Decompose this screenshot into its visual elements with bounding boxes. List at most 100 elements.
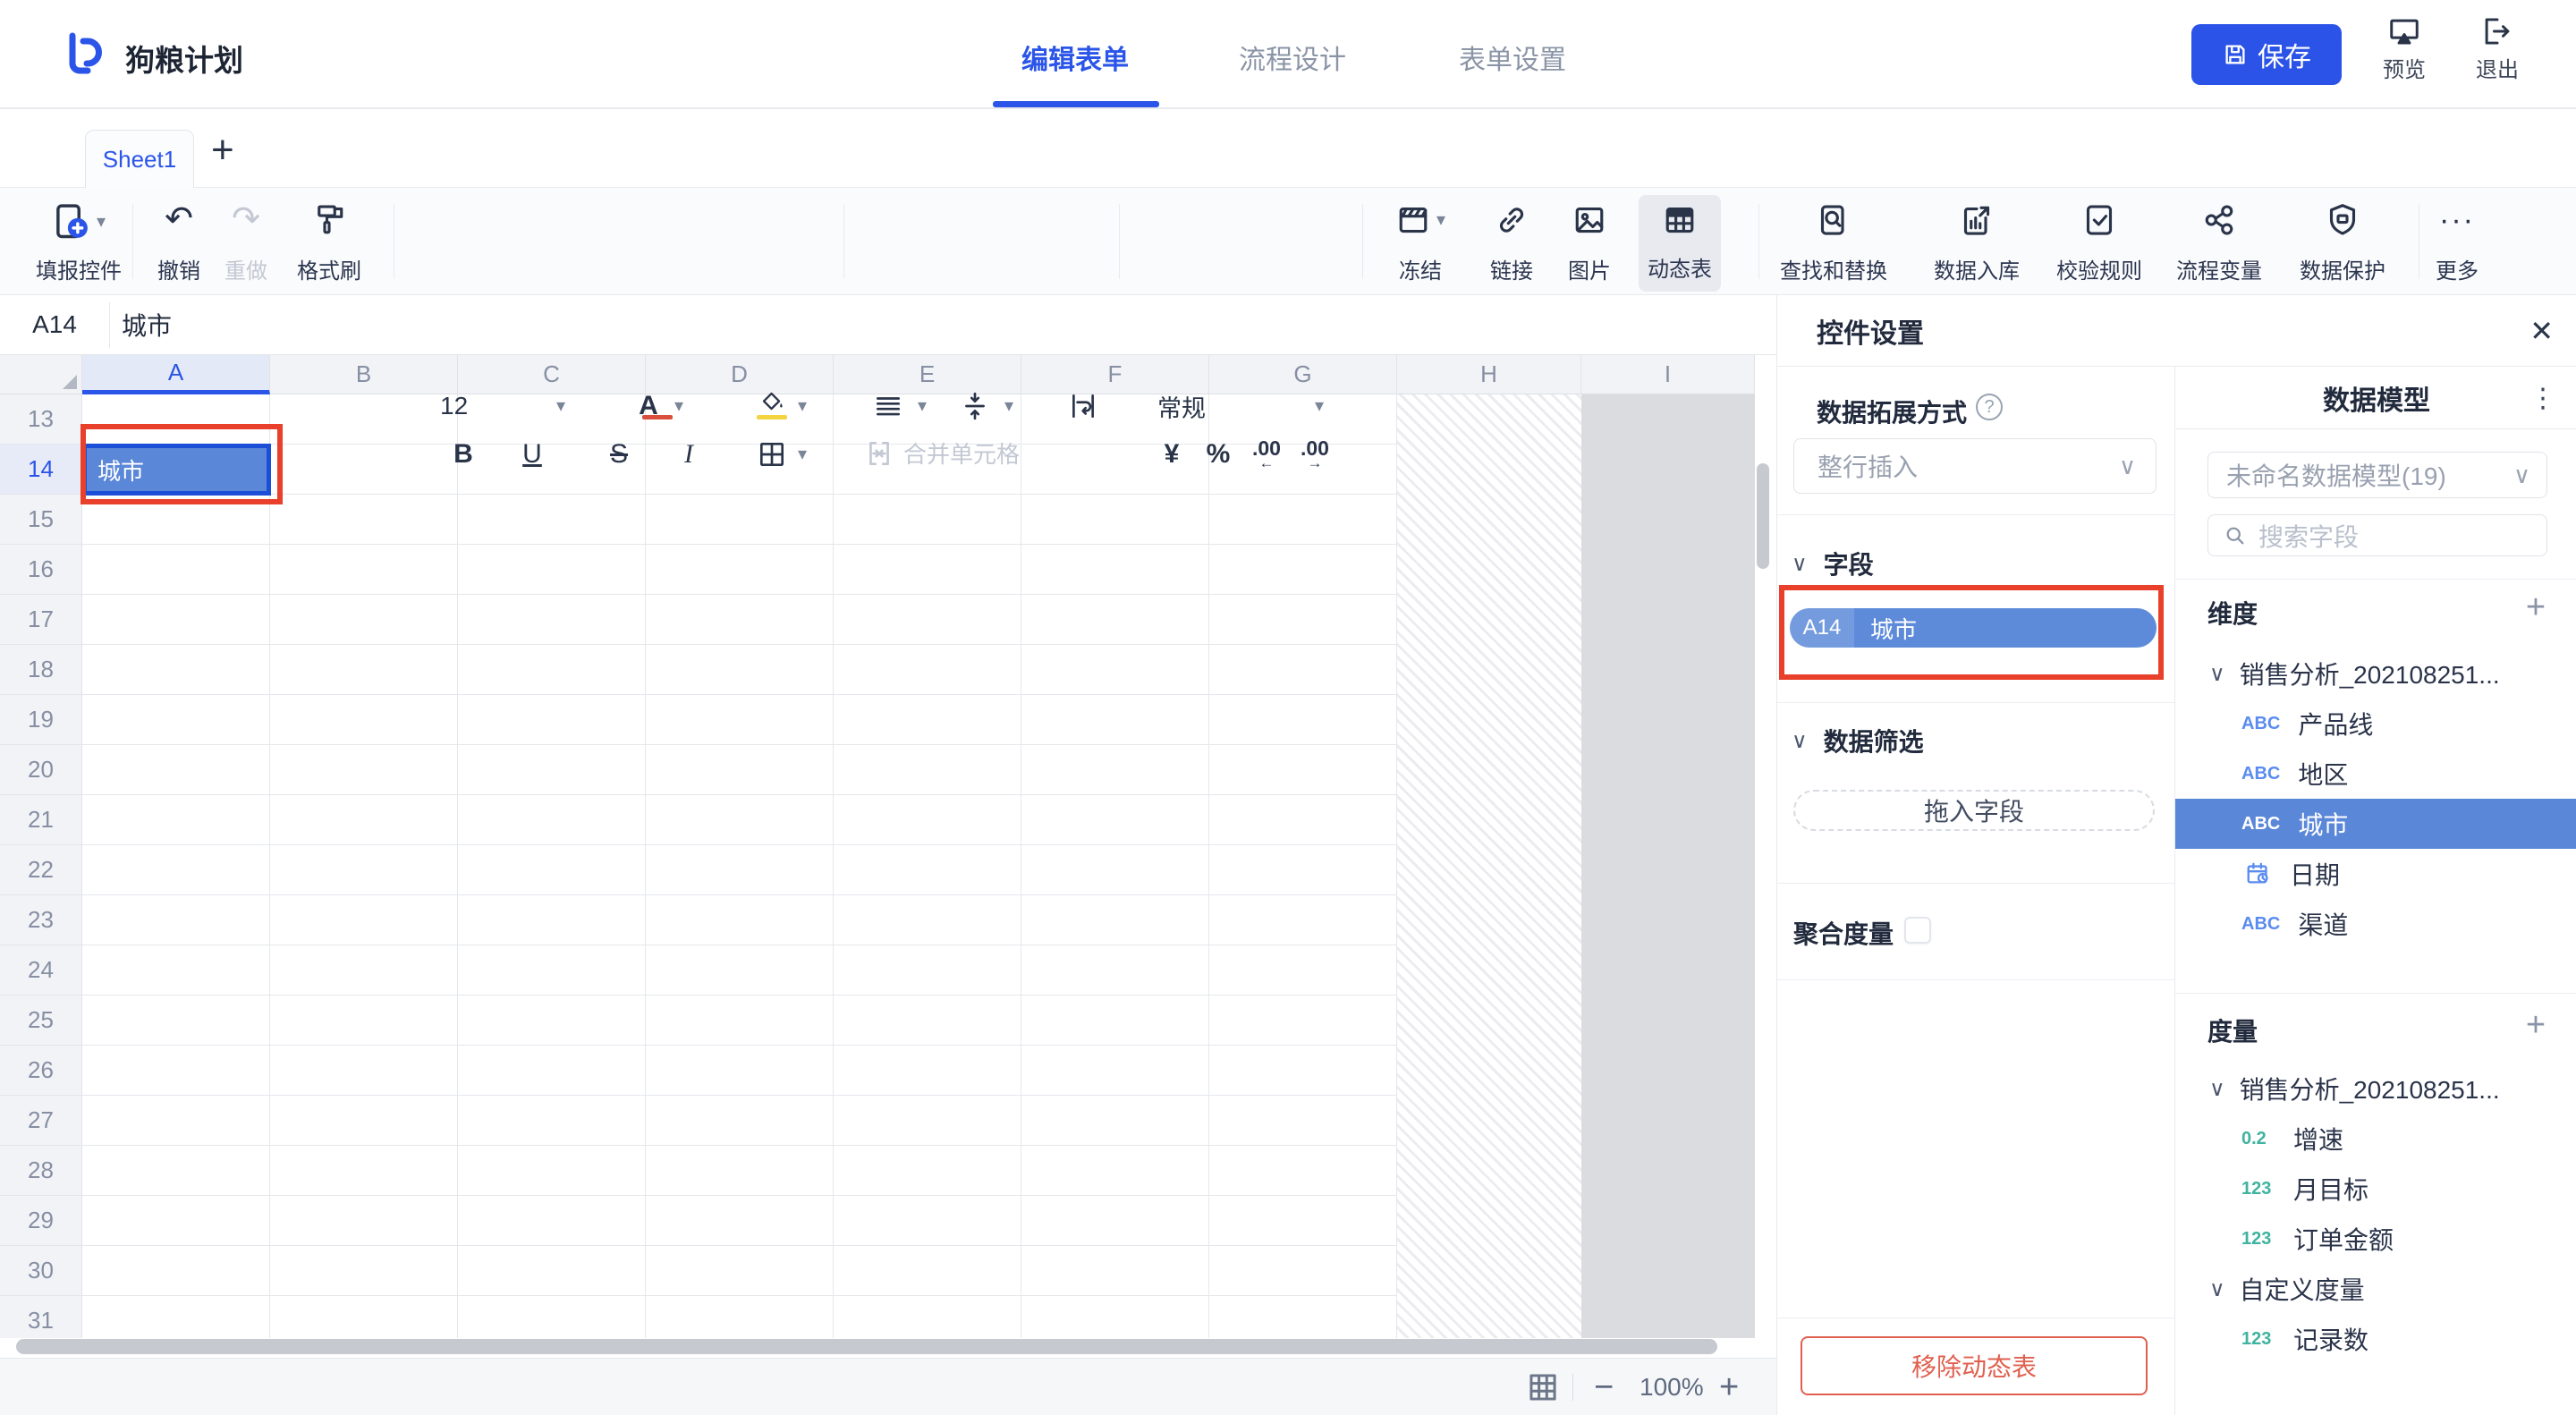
underline-button[interactable]: U — [514, 436, 550, 472]
find-replace-button[interactable]: 查找和替换 — [1767, 202, 1901, 284]
column-header-i[interactable]: I — [1581, 355, 1755, 394]
image-button[interactable]: 图片 — [1549, 202, 1630, 284]
bold-button[interactable]: B — [445, 436, 481, 472]
measure-item-record-count[interactable]: 123 记录数 — [2175, 1314, 2576, 1364]
font-size-select[interactable]: 12 ▾ — [440, 388, 565, 424]
kebab-menu-icon[interactable]: ⋮ — [2529, 367, 2556, 429]
row-header[interactable]: 16 — [0, 545, 82, 595]
row-header[interactable]: 21 — [0, 795, 82, 845]
column-header-e[interactable]: E — [834, 355, 1021, 394]
row-header[interactable]: 17 — [0, 595, 82, 645]
caret-down-icon[interactable]: ▾ — [798, 397, 807, 415]
dimension-item-product-line[interactable]: ABC 产品线 — [2175, 699, 2576, 749]
row-header[interactable]: 28 — [0, 1146, 82, 1196]
percent-format-button[interactable]: % — [1200, 436, 1236, 472]
field-section-header[interactable]: ∨ 字段 — [1792, 546, 1874, 581]
measure-item-growth[interactable]: 0.2 增速 — [2175, 1114, 2576, 1164]
add-sheet-button[interactable]: + — [211, 125, 234, 175]
horizontal-align-button[interactable] — [870, 388, 906, 424]
grid-cells-area[interactable] — [82, 394, 1397, 1338]
column-header-d[interactable]: D — [646, 355, 834, 394]
preview-button[interactable]: 预览 — [2368, 14, 2440, 83]
measure-item-order-amount[interactable]: 123 订单金额 — [2175, 1214, 2576, 1264]
add-measure-button[interactable]: + — [2520, 1006, 2552, 1045]
data-expand-select[interactable]: 整行插入 ∨ — [1793, 438, 2157, 494]
row-header[interactable]: 26 — [0, 1046, 82, 1096]
column-header-a[interactable]: A — [82, 355, 270, 394]
borders-button[interactable] — [750, 436, 794, 472]
merge-cells-button[interactable]: 合并单元格 — [864, 436, 1020, 470]
decrease-decimal-button[interactable]: .00← — [1247, 436, 1286, 472]
search-field-input[interactable]: 搜索字段 — [2207, 514, 2547, 556]
row-header[interactable]: 27 — [0, 1096, 82, 1146]
data-protection-button[interactable]: 数据保护 — [2280, 202, 2405, 284]
remove-dynamic-table-button[interactable]: 移除动态表 — [1801, 1336, 2148, 1395]
row-header[interactable]: 31 — [0, 1296, 82, 1338]
zoom-level[interactable]: 100% — [1640, 1359, 1704, 1415]
fill-color-button[interactable] — [750, 386, 794, 422]
dimension-group[interactable]: ∨ 销售分析_202108251... — [2175, 648, 2576, 699]
more-button[interactable]: ··· 更多 — [2421, 202, 2493, 284]
dimension-item-date[interactable]: 日期 — [2175, 849, 2576, 899]
add-dimension-button[interactable]: + — [2520, 589, 2552, 627]
dynamic-table-button[interactable]: 动态表 — [1639, 195, 1721, 292]
dimension-item-channel[interactable]: ABC 渠道 — [2175, 899, 2576, 949]
row-header[interactable]: 22 — [0, 845, 82, 895]
row-header[interactable]: 24 — [0, 945, 82, 996]
formula-input[interactable]: 城市 — [122, 295, 172, 354]
row-header[interactable]: 18 — [0, 645, 82, 695]
zoom-in-button[interactable]: + — [1719, 1359, 1739, 1415]
dimension-item-region[interactable]: ABC 地区 — [2175, 749, 2576, 799]
custom-measure-group[interactable]: ∨ 自定义度量 — [2175, 1264, 2576, 1314]
format-painter-button[interactable]: 格式刷 — [286, 202, 372, 284]
caret-down-icon[interactable]: ▾ — [918, 397, 927, 415]
caret-down-icon[interactable]: ▾ — [798, 445, 807, 463]
row-header[interactable]: 20 — [0, 745, 82, 795]
measure-group[interactable]: ∨ 销售分析_202108251... — [2175, 1063, 2576, 1114]
sheet-tab-sheet1[interactable]: Sheet1 — [85, 130, 194, 188]
wrap-text-button[interactable] — [1065, 388, 1101, 424]
column-header-b[interactable]: B — [270, 355, 458, 394]
caret-down-icon[interactable]: ▾ — [1004, 397, 1013, 415]
field-pill-a14[interactable]: A14 城市 — [1790, 608, 2157, 648]
save-button[interactable]: 保存 — [2191, 24, 2342, 85]
validation-rules-button[interactable]: 校验规则 — [2037, 202, 2162, 284]
data-store-button[interactable]: 数据入库 — [1914, 202, 2039, 284]
drop-field-zone[interactable]: 拖入字段 — [1793, 790, 2155, 831]
font-color-button[interactable]: BA — [626, 388, 671, 424]
grid-body[interactable]: 13 14 15 16 17 18 19 20 21 22 23 24 25 2… — [0, 394, 1776, 1338]
selected-cell-a14[interactable]: 城市 — [82, 444, 271, 496]
help-icon[interactable]: ? — [1976, 394, 2003, 420]
flow-variables-button[interactable]: 流程变量 — [2157, 202, 2282, 284]
zoom-out-button[interactable]: − — [1594, 1359, 1614, 1415]
dimension-item-city-selected[interactable]: ABC 城市 — [2175, 799, 2576, 849]
measure-item-month-target[interactable]: 123 月目标 — [2175, 1164, 2576, 1214]
row-header[interactable]: 29 — [0, 1196, 82, 1246]
fill-control-button[interactable]: ▾ 填报控件 — [27, 202, 131, 284]
row-header[interactable]: 25 — [0, 996, 82, 1046]
increase-decimal-button[interactable]: .00→ — [1295, 436, 1335, 472]
vertical-align-button[interactable] — [957, 388, 993, 424]
close-icon[interactable]: ✕ — [2529, 295, 2554, 367]
grid-view-button[interactable] — [1526, 1359, 1560, 1415]
row-header[interactable]: 19 — [0, 695, 82, 745]
redo-button[interactable]: ↷ 重做 — [215, 202, 277, 284]
italic-button[interactable]: I — [671, 436, 707, 472]
row-header[interactable]: 30 — [0, 1246, 82, 1296]
undo-button[interactable]: ↶ 撤销 — [148, 202, 210, 284]
aggregate-checkbox[interactable] — [1904, 917, 1931, 944]
link-button[interactable]: 链接 — [1471, 202, 1552, 284]
cell-reference-box[interactable]: A14 — [0, 295, 109, 354]
row-header[interactable]: 23 — [0, 895, 82, 945]
tab-flow-design[interactable]: 流程设计 — [1239, 38, 1346, 77]
column-header-h[interactable]: H — [1397, 355, 1581, 394]
filter-section-header[interactable]: ∨ 数据筛选 — [1792, 723, 1924, 758]
horizontal-scrollbar[interactable] — [16, 1339, 1717, 1354]
currency-format-button[interactable]: ¥ — [1154, 436, 1190, 472]
row-header[interactable]: 15 — [0, 495, 82, 545]
exit-button[interactable]: 退出 — [2462, 14, 2533, 83]
strikethrough-button[interactable]: S — [601, 436, 637, 472]
model-select[interactable]: 未命名数据模型(19) ∨ — [2207, 452, 2547, 498]
tab-form-settings[interactable]: 表单设置 — [1459, 38, 1566, 77]
number-format-select[interactable]: 常规 ▾ — [1157, 388, 1324, 424]
